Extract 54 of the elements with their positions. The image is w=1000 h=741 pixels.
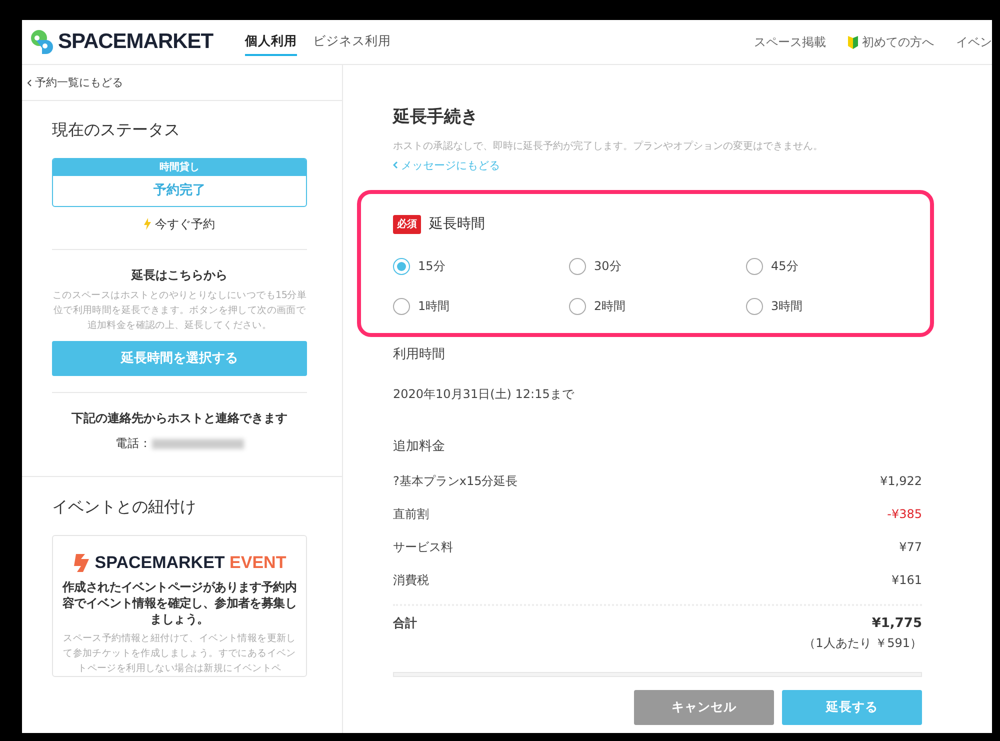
status-card: 時間貸し 予約完了 — [52, 158, 307, 208]
nav-link[interactable]: 初めての方へ — [848, 33, 934, 51]
per-person-price: （1人あたり ￥591） — [804, 634, 922, 652]
fee-amount: ¥161 — [891, 572, 922, 588]
page-title: 延長手続き — [393, 106, 479, 129]
logo-icon — [72, 552, 91, 574]
total-label: 合計 — [393, 615, 417, 632]
radio-button[interactable] — [569, 258, 586, 274]
field-label: 追加料金 — [393, 438, 446, 456]
radio-option[interactable]: 30分 — [569, 257, 746, 275]
fee-label: サービス料 — [393, 538, 453, 556]
description: このスペースはホストとのやりとりなしにいつでも15分単位で利用時間を延長できます。ボタンを押して次の画面で追加料金を確認の上、延長してください。 — [52, 289, 307, 334]
radio-button[interactable] — [746, 258, 763, 274]
required-badge: 必須 — [393, 215, 421, 234]
fee-label: 消費税 — [393, 572, 429, 588]
section-title: イベントとの紐付け — [52, 496, 197, 518]
fee-label: ?基本プランx15分延長 — [393, 472, 518, 490]
radio-button[interactable] — [393, 298, 410, 314]
chevron-left-icon — [27, 78, 32, 87]
section-heading: 下記の連絡先からホストと連絡できます — [70, 410, 288, 428]
description: スペース予約情報と紐付けて、イベント情報を更新して参加チケットを作成しましょう。すでにあるイベントページを利用しない場合は新規にイベントペ — [62, 632, 297, 676]
event-heading: 作成されたイベントページがあります予約内容でイベント情報を確定し、参加者を募集しましょう。 — [61, 579, 298, 628]
radio-option[interactable]: 1時間 — [393, 297, 569, 315]
section-title: 現在のステータス — [52, 119, 181, 142]
back-link[interactable]: 予約一覧にもどる — [27, 75, 123, 92]
fee-amount: ¥1,922 — [880, 472, 922, 490]
leaf-icon — [848, 36, 858, 48]
field-label: 利用時間 — [393, 346, 446, 364]
total-amount: ¥1,775 — [870, 615, 922, 633]
radio-button[interactable] — [746, 298, 763, 314]
radio-option[interactable]: 2時間 — [569, 297, 746, 315]
chevron-left-icon — [393, 161, 398, 170]
logo-text: SPACEMARKET — [58, 29, 214, 56]
nav-tab[interactable]: 個人利用 — [245, 28, 298, 56]
fee-label: 直前割 — [393, 506, 429, 522]
nav-link[interactable]: スペース掲載 — [754, 33, 826, 51]
logo-text: SPACEMARKET EVENT — [94, 552, 286, 574]
section-heading: 延長はこちらから — [130, 267, 228, 284]
booking-type: 今すぐ予約 — [155, 216, 215, 234]
phone-label: 電話： — [116, 436, 152, 450]
radio-option[interactable]: 15分 — [393, 257, 569, 275]
radio-button[interactable] — [569, 298, 586, 314]
usage-time: 2020年10月31日(土) 12:15まで — [393, 386, 576, 402]
field-label: 延長時間 — [429, 215, 485, 234]
radio-button[interactable] — [393, 258, 410, 274]
note: ホストの承認なしで、即時に延長予約が完了します。プランやオプションの変更はできません。 — [393, 140, 824, 154]
fee-amount: ¥77 — [899, 538, 922, 556]
nav-tab[interactable]: ビジネス利用 — [313, 28, 392, 56]
fee-amount: -¥385 — [887, 506, 922, 522]
radio-option[interactable]: 45分 — [746, 257, 846, 275]
nav-link[interactable]: イベン — [956, 33, 992, 51]
radio-option[interactable]: 3時間 — [746, 297, 846, 315]
lightning-icon — [144, 218, 151, 230]
logo-icon — [30, 29, 54, 55]
